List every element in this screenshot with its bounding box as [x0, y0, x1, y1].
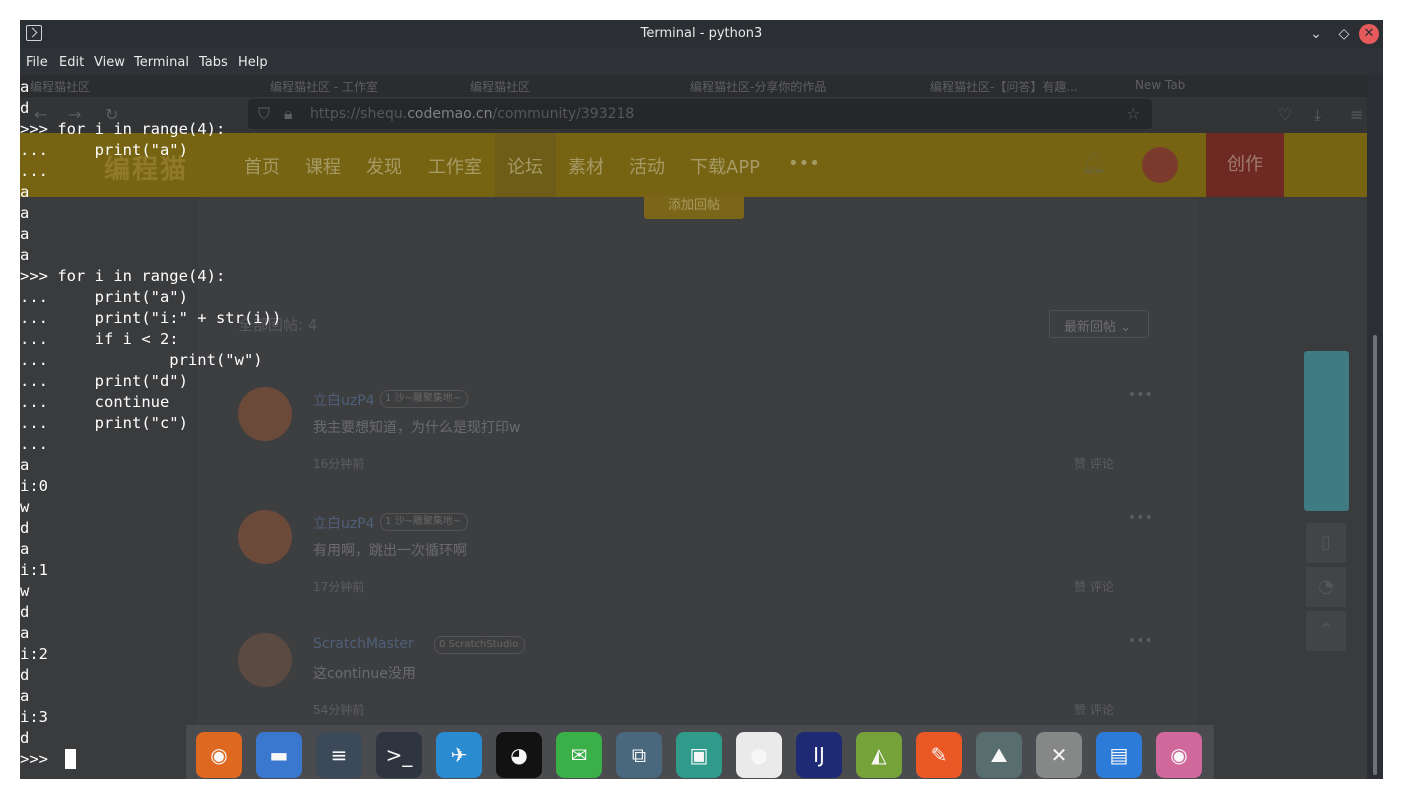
files-icon[interactable]: ▬ [256, 732, 302, 778]
terminal-line: ... print("i:" + str(i)) [20, 309, 282, 327]
terminal-line: a [20, 183, 30, 201]
docs-icon[interactable]: ▤ [1096, 732, 1142, 778]
terminal-line: i:1 [20, 561, 48, 579]
volume-icon[interactable]: ✕ [1036, 732, 1082, 778]
beaver-icon[interactable]: ● [736, 732, 782, 778]
terminal-line: a [20, 456, 30, 474]
terminal-line: ... print("c") [20, 414, 188, 432]
terminal-icon[interactable]: >_ [376, 732, 422, 778]
menu-terminal[interactable]: Terminal [134, 55, 189, 70]
settings-icon[interactable]: ≡ [316, 732, 362, 778]
monitor-icon[interactable]: ⛰ [976, 732, 1022, 778]
terminal-line: d [20, 666, 30, 684]
close-button[interactable]: ✕ [1359, 24, 1379, 44]
dock: ◉ ▬ ≡ >_ ✈ ◕ ✉ ⧉ ▣ ● IJ ◭ ✎ ⛰ ✕ ▤ ◉ [186, 725, 1214, 779]
terminal-line: >>> for i in range(4): [20, 120, 226, 138]
hamburger-menu-icon[interactable]: ≡ [1350, 105, 1363, 124]
terminal-line: ... [20, 435, 48, 453]
terminal-line: d [20, 603, 30, 621]
terminal-line: a [20, 540, 30, 558]
terminal-output[interactable]: a d >>> for i in range(4):... print("a")..… [20, 77, 1350, 770]
screenshot-icon[interactable]: ⧉ [616, 732, 662, 778]
terminal-line: ... print("a") [20, 141, 188, 159]
terminal-line: d [20, 519, 30, 537]
terminal-line: a [20, 204, 30, 222]
terminal-line: i:2 [20, 645, 48, 663]
terminal-line: w [20, 498, 30, 516]
terminal-line: ... continue [20, 393, 170, 411]
terminal-line: a [20, 246, 30, 264]
terminal-line: a [20, 78, 30, 96]
scrollbar-thumb[interactable] [1373, 335, 1377, 775]
terminal-line: ... print("w") [20, 351, 263, 369]
terminal-line: ... [20, 162, 48, 180]
menu-view[interactable]: View [94, 55, 125, 70]
firefox-icon[interactable]: ◉ [196, 732, 242, 778]
terminal-line: a [20, 225, 30, 243]
terminal-line: a [20, 687, 30, 705]
window-title: Terminal - python3 [640, 26, 763, 41]
recorder-icon[interactable]: ▣ [676, 732, 722, 778]
menu-file[interactable]: File [26, 55, 48, 70]
terminal-scrollbar[interactable] [1367, 75, 1383, 779]
terminal-line: >>> for i in range(4): [20, 267, 226, 285]
wechat-icon[interactable]: ✉ [556, 732, 602, 778]
android-studio-icon[interactable]: ◭ [856, 732, 902, 778]
menu-tabs[interactable]: Tabs [199, 55, 228, 70]
intellij-icon[interactable]: IJ [796, 732, 842, 778]
maximize-button[interactable]: ◇ [1334, 24, 1354, 44]
terminal-line: ... print("a") [20, 288, 188, 306]
terminal-line: a [20, 624, 30, 642]
terminal-line: d [20, 99, 30, 117]
terminal-line: i:0 [20, 477, 48, 495]
menu-edit[interactable]: Edit [59, 55, 84, 70]
minimize-button[interactable]: ⌄ [1306, 24, 1326, 44]
postman-icon[interactable]: ✎ [916, 732, 962, 778]
qq-icon[interactable]: ◕ [496, 732, 542, 778]
eye-icon[interactable]: ◉ [1156, 732, 1202, 778]
dingtalk-icon[interactable]: ✈ [436, 732, 482, 778]
terminal-line: w [20, 582, 30, 600]
menu-help[interactable]: Help [238, 55, 268, 70]
terminal-cursor [65, 749, 76, 769]
menu-bar: File Edit View Terminal Tabs Help [20, 48, 1383, 75]
terminal-line: ... print("d") [20, 372, 188, 390]
terminal-line: ... if i < 2: [20, 330, 179, 348]
title-bar[interactable]: Terminal - python3 ⌄ ◇ ✕ [20, 20, 1383, 48]
